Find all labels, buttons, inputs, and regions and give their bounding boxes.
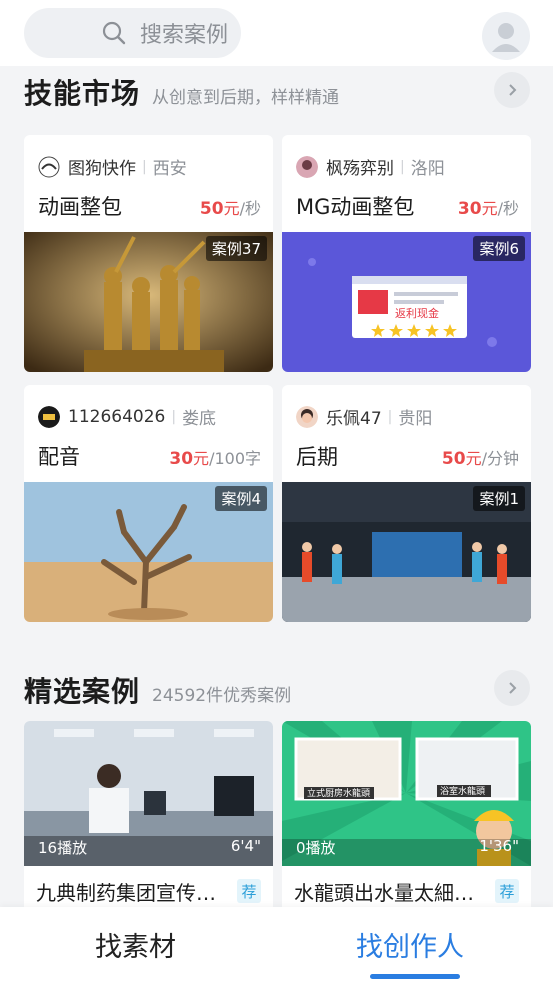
seller-name: 112664026 <box>68 406 166 427</box>
service-name: 动画整包 <box>38 195 122 219</box>
case-thumbnail: 案例37 <box>24 232 273 372</box>
featured-more-button[interactable] <box>494 670 530 706</box>
featured-section-subtitle: 24592件优秀案例 <box>152 686 292 706</box>
skills-section-title: 技能市场 <box>24 77 141 110</box>
seller-city: 贵阳 <box>398 409 433 429</box>
search-placeholder: 搜索案例 <box>140 23 229 48</box>
case-thumbnail: 案例4 <box>24 482 273 622</box>
service-name: MG动画整包 <box>296 195 415 219</box>
case-count-badge: 案例6 <box>473 236 525 261</box>
seller-city: 洛阳 <box>410 159 445 179</box>
chevron-right-icon <box>509 682 517 694</box>
service-name: 后期 <box>296 445 338 469</box>
skills-section-subtitle: 从创意到后期，样样精通 <box>152 88 340 108</box>
service-price: 30元/100字 <box>169 449 261 469</box>
service-name: 配音 <box>38 445 80 469</box>
skill-card[interactable]: 乐佩47 | 贵阳 后期 50元/分钟 案例1 <box>282 385 531 622</box>
play-count: 0播放 <box>296 839 336 857</box>
bath-label: 浴室水龍頭 <box>440 785 485 797</box>
seller-city: 西安 <box>152 159 187 179</box>
case-count-badge: 案例4 <box>215 486 267 511</box>
featured-case-card[interactable]: 16播放 6'4" 九典制药集团宣传… 荐 <box>24 721 273 921</box>
case-video-thumbnail: 16播放 6'4" <box>24 721 273 866</box>
user-avatar-icon <box>492 23 520 52</box>
search-icon <box>102 21 126 45</box>
case-thumbnail: 案例1 <box>282 482 531 622</box>
active-tab-indicator <box>370 974 460 979</box>
top-bar: 搜索案例 <box>0 0 553 66</box>
tab-find-materials[interactable]: 找素材 <box>95 925 176 964</box>
case-video-thumbnail: 立式厨房水龍頭 浴室水龍頭 0播放 1'36" <box>282 721 531 866</box>
case-count-badge: 案例1 <box>473 486 525 511</box>
recommended-badge: 荐 <box>237 879 261 903</box>
promo-text: 返利现金 <box>395 306 439 320</box>
kitchen-label: 立式厨房水龍頭 <box>307 787 370 799</box>
seller-logo-icon <box>38 156 60 177</box>
skills-more-button[interactable] <box>494 72 530 108</box>
featured-case-card[interactable]: 立式厨房水龍頭 浴室水龍頭 0播放 1'36" 水龍頭出水量太細… 荐 <box>282 721 531 921</box>
video-duration: 6'4" <box>230 837 261 855</box>
skill-card[interactable]: 112664026 | 娄底 配音 30元/100字 案例4 <box>24 385 273 622</box>
seller-name: 乐佩47 <box>326 409 382 429</box>
seller-avatar-icon <box>296 405 318 428</box>
tab-find-creators[interactable]: 找创作人 <box>356 925 464 964</box>
recommended-badge: 荐 <box>495 879 519 903</box>
service-price: 50元/秒 <box>199 199 261 219</box>
skill-card[interactable]: 枫殇弈别 | 洛阳 MG动画整包 30元/秒 返利现金 案例6 <box>282 135 531 372</box>
video-duration: 1'36" <box>479 837 519 855</box>
seller-name: 图狗快作 <box>68 159 136 179</box>
skill-card[interactable]: 图狗快作 | 西安 动画整包 50元/秒 案例37 <box>24 135 273 372</box>
featured-section-title: 精选案例 <box>24 675 141 708</box>
bottom-tab-bar: 找素材 找创作人 <box>0 907 553 983</box>
featured-section-header: 精选案例 24592件优秀案例 <box>24 670 291 710</box>
case-title: 九典制药集团宣传… <box>36 881 216 905</box>
case-title: 水龍頭出水量太細… <box>294 881 474 905</box>
user-avatar[interactable] <box>482 12 530 60</box>
skills-section-header: 技能市场 从创意到后期，样样精通 <box>24 72 339 112</box>
chevron-right-icon <box>509 84 517 96</box>
case-count-badge: 案例37 <box>205 236 267 261</box>
seller-avatar-icon <box>296 155 318 178</box>
play-count: 16播放 <box>38 839 88 857</box>
seller-city: 娄底 <box>182 409 217 429</box>
search-bar[interactable]: 搜索案例 <box>24 8 241 58</box>
service-price: 50元/分钟 <box>441 449 519 469</box>
service-price: 30元/秒 <box>457 199 519 219</box>
case-thumbnail: 返利现金 案例6 <box>282 232 531 372</box>
seller-name: 枫殇弈别 <box>326 159 394 179</box>
seller-logo-icon <box>38 405 60 428</box>
